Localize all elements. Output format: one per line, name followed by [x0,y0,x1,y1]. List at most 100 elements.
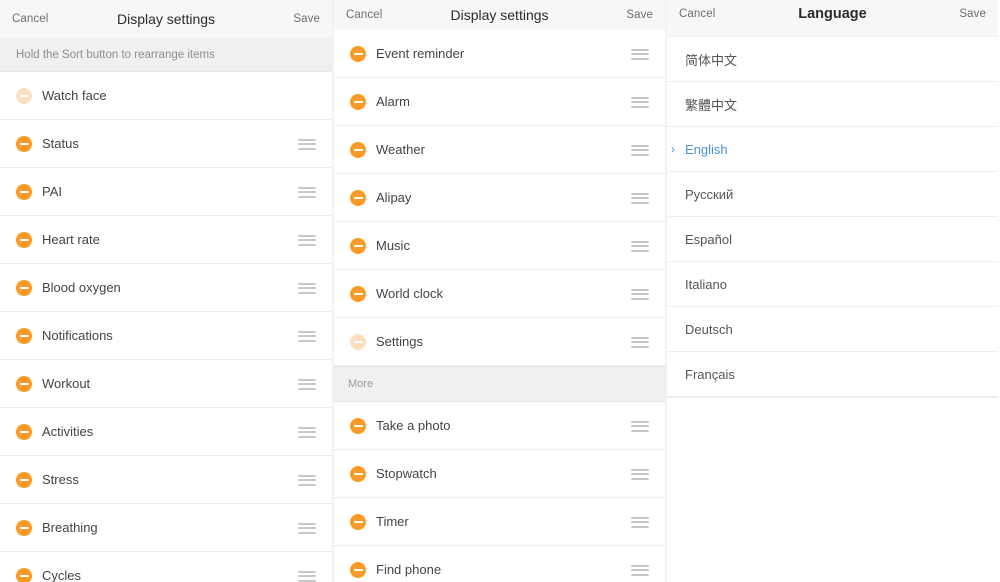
minus-circle-icon[interactable] [16,567,32,582]
minus-circle-icon[interactable] [16,327,32,344]
list-item[interactable]: Breathing [0,504,332,552]
list-item[interactable]: Stopwatch [334,450,665,498]
list-item-label: PAI [42,184,62,199]
language-label: Deutsch [685,321,733,337]
list-item-label: Stress [42,472,79,487]
display-settings-list-top: Watch face Status PAI Heart rate Blood o… [0,72,332,582]
minus-circle-icon[interactable] [350,465,366,482]
navbar-display-settings-top: Cancel Display settings Save [0,0,332,38]
list-item-label: Take a photo [376,418,451,433]
drag-handle-icon[interactable] [631,468,649,480]
drag-handle-icon[interactable] [631,192,649,204]
drag-handle-icon[interactable] [631,336,649,348]
language-option[interactable]: Italiano [667,262,998,307]
multi-panel-screenshot: Cancel Display settings Save Hold the So… [0,0,1000,582]
minus-circle-icon [16,87,32,104]
drag-handle-icon[interactable] [631,420,649,432]
minus-circle-icon[interactable] [16,183,32,200]
minus-circle-icon[interactable] [350,513,366,530]
minus-circle-icon[interactable] [350,189,366,206]
drag-handle-icon[interactable] [298,426,316,438]
minus-circle-icon[interactable] [350,45,366,62]
minus-circle-icon[interactable] [350,285,366,302]
list-item[interactable]: Music [334,222,665,270]
minus-circle-icon[interactable] [350,417,366,434]
language-label: Italiano [685,276,727,292]
list-item[interactable]: Weather [334,126,665,174]
list-item[interactable]: Cycles [0,552,332,582]
list-item-label: Breathing [42,520,98,535]
panel-display-settings-top: Cancel Display settings Save Hold the So… [0,0,332,582]
save-button[interactable]: Save [293,13,320,25]
drag-handle-icon[interactable] [631,240,649,252]
drag-handle-icon[interactable] [298,378,316,390]
list-item[interactable]: Status [0,120,332,168]
minus-circle-icon[interactable] [350,141,366,158]
minus-circle-icon[interactable] [16,135,32,152]
list-item[interactable]: Activities [0,408,332,456]
language-option[interactable]: 繁體中文 [667,82,998,127]
language-option-selected[interactable]: › English [667,127,998,172]
drag-handle-icon[interactable] [298,138,316,150]
list-item[interactable]: Watch face [0,72,332,120]
cancel-button[interactable]: Cancel [346,9,382,21]
list-item[interactable]: Timer [334,498,665,546]
list-item[interactable]: Event reminder [334,30,665,78]
list-item[interactable]: PAI [0,168,332,216]
minus-circle-icon[interactable] [16,279,32,296]
drag-handle-icon[interactable] [298,282,316,294]
display-settings-list-bottom: Event reminder Alarm Weather Alipay Musi… [334,30,665,582]
drag-handle-icon[interactable] [298,234,316,246]
list-item-label: Alipay [376,190,412,205]
language-option[interactable]: Русский [667,172,998,217]
drag-handle-icon[interactable] [298,186,316,198]
list-item[interactable]: Workout [0,360,332,408]
minus-circle-icon[interactable] [16,519,32,536]
list-item[interactable]: World clock [334,270,665,318]
language-option[interactable]: Español [667,217,998,262]
drag-handle-icon[interactable] [631,288,649,300]
minus-circle-icon[interactable] [16,375,32,392]
list-item[interactable]: Notifications [0,312,332,360]
drag-handle-icon[interactable] [631,564,649,576]
section-header-more: More [334,366,665,402]
top-spacer [667,28,998,37]
minus-circle-icon [350,333,366,350]
cancel-button[interactable]: Cancel [12,13,48,25]
language-label: 简体中文 [685,52,738,68]
list-item-label: Alarm [376,94,410,109]
list-item-label: World clock [376,286,443,301]
language-option[interactable]: Français [667,352,998,397]
page-title: Language [798,6,867,22]
minus-circle-icon[interactable] [350,237,366,254]
drag-handle-icon[interactable] [298,522,316,534]
list-item[interactable]: Stress [0,456,332,504]
save-button[interactable]: Save [626,9,653,21]
language-option[interactable]: 简体中文 [667,37,998,82]
list-item-label: Blood oxygen [42,280,121,295]
drag-handle-icon[interactable] [631,144,649,156]
minus-circle-icon[interactable] [350,93,366,110]
list-item[interactable]: Alipay [334,174,665,222]
minus-circle-icon[interactable] [16,423,32,440]
drag-handle-icon[interactable] [631,48,649,60]
list-item[interactable]: Find phone [334,546,665,582]
minus-circle-icon[interactable] [16,471,32,488]
drag-handle-icon[interactable] [631,96,649,108]
list-item[interactable]: Heart rate [0,216,332,264]
minus-circle-icon[interactable] [16,231,32,248]
list-item-label: Timer [376,514,409,529]
language-option[interactable]: Deutsch [667,307,998,352]
minus-circle-icon[interactable] [350,561,366,578]
list-item[interactable]: Settings [334,318,665,366]
drag-handle-icon[interactable] [298,474,316,486]
drag-handle-icon[interactable] [631,516,649,528]
list-item[interactable]: Take a photo [334,402,665,450]
list-item[interactable]: Blood oxygen [0,264,332,312]
drag-handle-icon[interactable] [298,570,316,582]
page-title: Display settings [450,7,549,23]
drag-handle-icon[interactable] [298,330,316,342]
list-item[interactable]: Alarm [334,78,665,126]
cancel-button[interactable]: Cancel [679,8,715,20]
save-button[interactable]: Save [959,8,986,20]
